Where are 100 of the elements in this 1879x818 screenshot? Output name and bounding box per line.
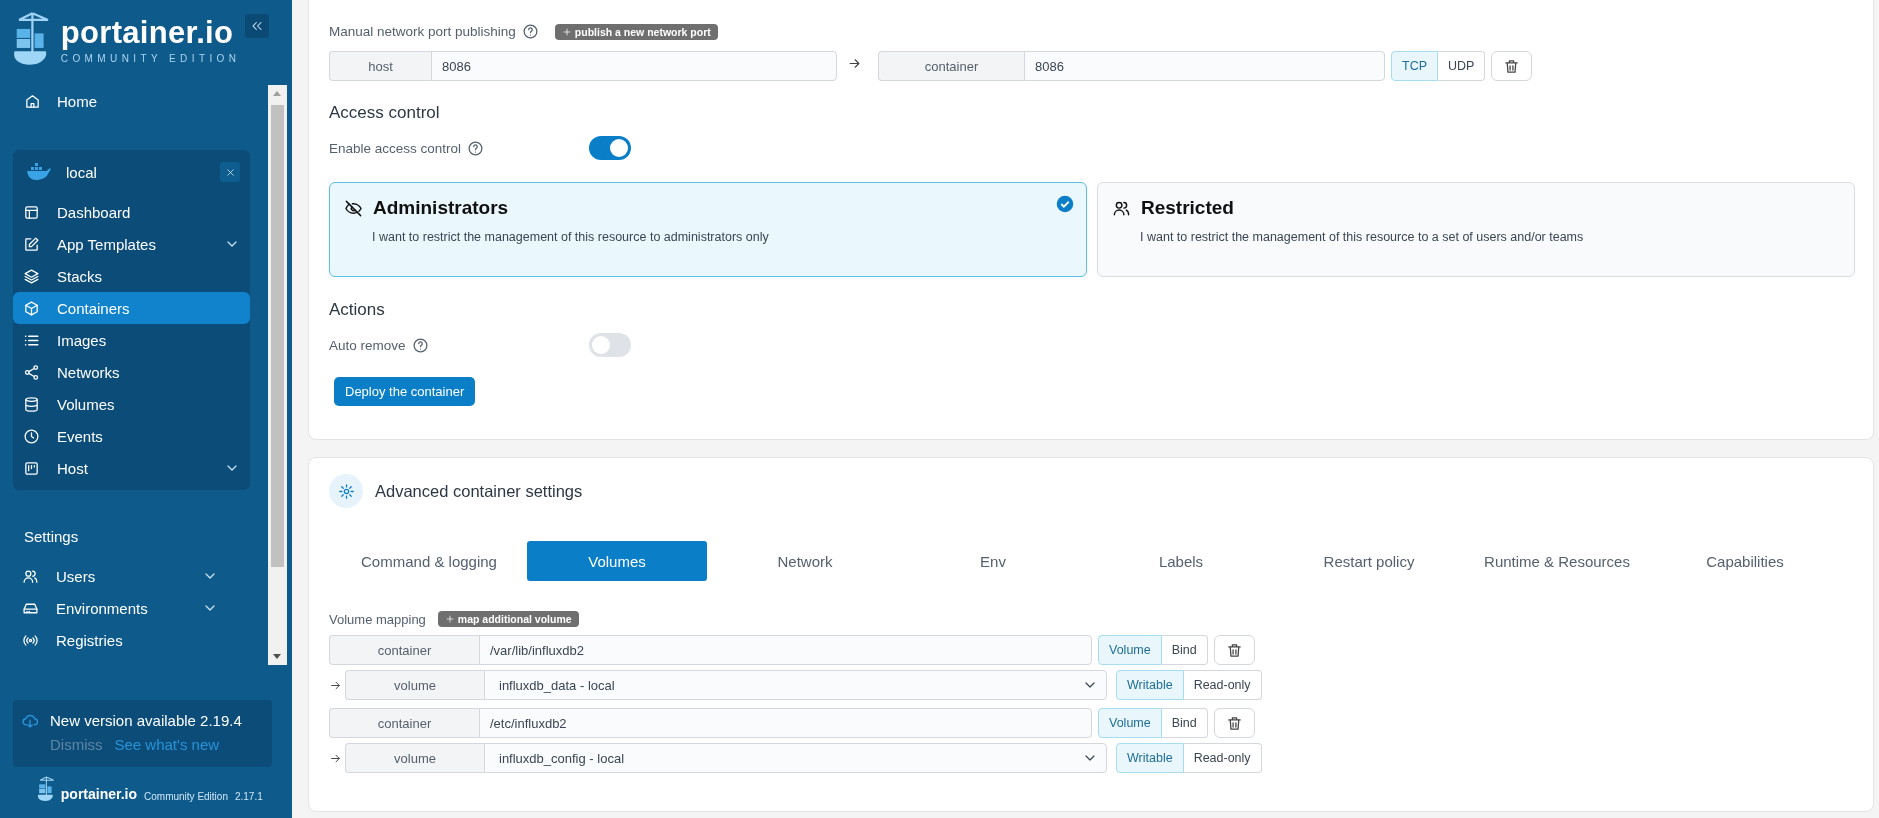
input-addon: volume [345,743,484,773]
toggle-switch[interactable] [589,136,631,160]
toggle-option[interactable]: Bind [1161,635,1208,665]
share-icon [23,363,40,381]
toggle-switch[interactable] [589,333,631,357]
nav-item[interactable]: Events [13,420,250,452]
tab[interactable]: Env [903,541,1083,581]
toggle-option[interactable]: Volume [1098,635,1162,665]
close-button[interactable] [220,162,240,182]
edition-label: COMMUNITY EDITION [60,53,241,65]
input-addon: volume [345,670,484,700]
toggle-option[interactable]: Read-only [1183,670,1262,700]
nav-item[interactable]: Networks [13,356,250,388]
edition-label: Community Edition [144,791,228,802]
section-heading: Access control [329,103,441,124]
deploy-button[interactable]: Deploy the container [334,377,476,406]
collapse-button[interactable] [245,14,269,38]
tab[interactable]: Restart policy [1279,541,1459,581]
option-title: Administrators [373,197,509,219]
nav-item[interactable]: Host [13,452,250,484]
trash-icon [1503,57,1521,75]
help-icon [467,139,485,157]
input-addon: container [878,51,1024,81]
scrollbar[interactable] [268,85,287,665]
cloud-download-icon [21,712,39,730]
plus-icon [561,26,572,37]
layers-icon [23,267,40,285]
trash-icon [1225,714,1243,732]
edit-icon [23,235,40,253]
nav-item[interactable]: Dashboard [13,196,250,228]
trash-icon [1225,641,1243,659]
section-heading: Settings [24,528,80,547]
database-icon [23,395,40,413]
input-field[interactable]: /var/lib/influxdb2 [479,635,1092,665]
option-card[interactable]: Restricted I want to restrict the management of this resource to a set of users and/or teams [1097,182,1855,277]
environment-name: local [66,163,98,181]
add-port-button[interactable]: publish a new network port [554,23,718,40]
input-addon: container [329,635,479,665]
card-title: Advanced container settings [375,481,583,501]
help-icon [411,336,429,354]
nav-item[interactable]: Registries [0,624,228,656]
help-icon [521,23,539,40]
add-volume-button[interactable]: map additional volume [437,611,579,627]
notice-title: New version available 2.19.4 [50,712,243,731]
layout-icon [23,203,40,221]
field-label: Volume mapping [329,611,426,627]
tab[interactable]: Network [715,541,895,581]
field-label: Auto remove [329,337,406,353]
field-label: Manual network port publishing [329,24,516,39]
plus-icon [444,614,455,624]
board-icon [23,459,40,477]
logo-icon [36,776,57,802]
toggle-option[interactable]: TCP [1391,51,1438,81]
input-field[interactable]: 8086 [1024,51,1385,81]
delete-button[interactable] [1213,708,1255,738]
tab[interactable]: Command & logging [339,541,519,581]
section-heading: Actions [329,300,386,321]
input-addon: container [329,708,479,738]
tab[interactable]: Volumes [527,541,707,581]
nav-item[interactable]: App Templates [13,228,250,260]
nav-item[interactable]: Home [0,85,268,117]
tab[interactable]: Capabilities [1655,541,1835,581]
tab[interactable]: Runtime & Resources [1467,541,1647,581]
toggle-option[interactable]: Bind [1161,708,1208,738]
toggle-option[interactable]: Volume [1098,708,1162,738]
nav-item[interactable]: Images [13,324,250,356]
select-field[interactable]: influxdb_config - local [484,743,1107,773]
toggle-option[interactable]: Writable [1116,670,1184,700]
home-icon [24,92,41,110]
option-card[interactable]: Administrators I want to restrict the management of this resource to administrators only [329,182,1087,277]
input-field[interactable]: /etc/influxdb2 [479,708,1092,738]
field-label: Enable access control [329,140,462,156]
cube-icon [23,299,40,317]
close-icon [224,166,236,178]
brand-name: portainer.io [60,786,138,802]
clock-icon [23,427,40,445]
option-description: I want to restrict the management of this resource to a set of users and/or teams [1140,230,1585,244]
tab[interactable]: Labels [1091,541,1271,581]
brand-name: portainer.io [60,13,235,52]
select-field[interactable]: influxdb_data - local [484,670,1107,700]
option-title: Restricted [1141,197,1234,219]
nav-item[interactable]: Users [0,560,228,592]
check-circle-icon [1056,195,1074,213]
toggle-option[interactable]: UDP [1438,51,1486,81]
settings-icon [337,482,355,500]
delete-button[interactable] [1491,51,1533,81]
input-field[interactable]: 8086 [431,51,837,81]
nav-item[interactable]: Volumes [13,388,250,420]
version-label: 2.17.1 [234,791,263,802]
toggle-option[interactable]: Writable [1116,743,1184,773]
whale-icon [26,163,52,181]
nav-item[interactable]: Stacks [13,260,250,292]
double-chevron-left-icon [250,19,264,33]
delete-button[interactable] [1213,635,1255,665]
nav-item[interactable]: Environments [0,592,228,624]
nav-item[interactable]: Containers [13,292,250,324]
input-addon: host [329,51,431,81]
eye-off-icon [344,198,363,218]
toggle-option[interactable]: Read-only [1183,743,1262,773]
option-description: I want to restrict the management of this resource to administrators only [372,230,770,244]
